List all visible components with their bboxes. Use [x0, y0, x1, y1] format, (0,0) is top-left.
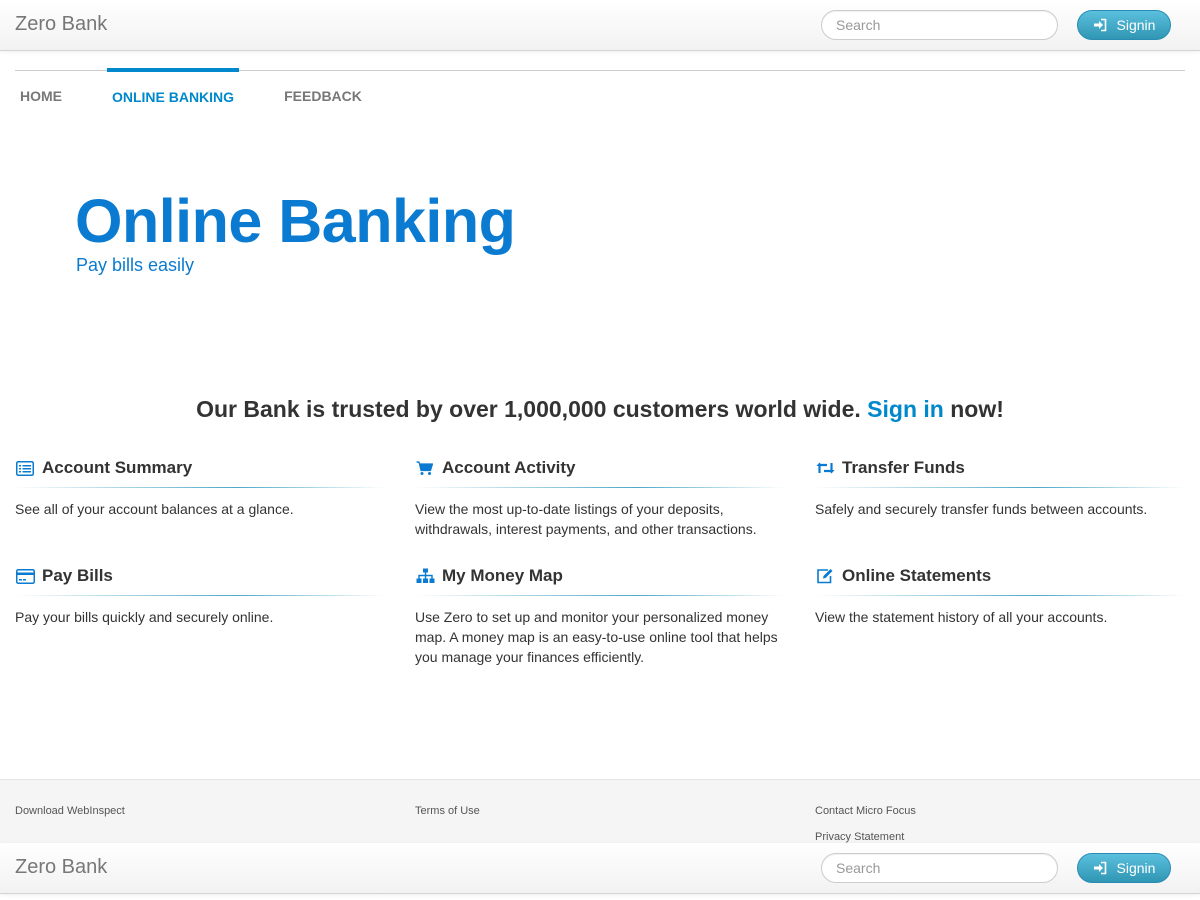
footer-link-privacy[interactable]: Privacy Statement: [815, 831, 904, 843]
tab-home[interactable]: HOME: [15, 70, 67, 110]
trust-suffix: now!: [950, 396, 1004, 422]
feature-title[interactable]: Account Activity: [442, 458, 576, 478]
sign-in-link[interactable]: Sign in: [867, 396, 944, 422]
retweet-icon: [815, 458, 835, 478]
feature-description: See all of your account balances at a gl…: [15, 501, 294, 517]
page-subtitle: Pay bills easily: [76, 255, 195, 275]
signin-label: Signin: [1116, 860, 1156, 876]
feature-account-summary: Account Summary See all of your account …: [15, 457, 385, 519]
search-input[interactable]: [821, 10, 1058, 40]
feature-pay-bills: Pay Bills Pay your bills quickly and sec…: [15, 565, 385, 627]
feature-description: Safely and securely transfer funds betwe…: [815, 501, 1148, 517]
page-title: Online Banking: [75, 187, 516, 255]
feature-my-money-map: My Money Map Use Zero to set up and moni…: [415, 565, 785, 667]
sitemap-icon: [415, 566, 435, 586]
trust-text: Our Bank is trusted by over 1,000,000 cu…: [196, 396, 861, 422]
list-alt-icon: [15, 458, 35, 478]
feature-title[interactable]: Transfer Funds: [842, 458, 965, 478]
footer-link-terms[interactable]: Terms of Use: [415, 805, 480, 817]
signin-button[interactable]: Signin: [1077, 10, 1171, 40]
signin-label: Signin: [1116, 17, 1156, 33]
tab-feedback[interactable]: FEEDBACK: [279, 70, 367, 110]
feature-title[interactable]: My Money Map: [442, 566, 563, 586]
feature-title[interactable]: Online Statements: [842, 566, 991, 586]
feature-description: View the most up-to-date listings of you…: [415, 501, 757, 537]
feature-description: Use Zero to set up and monitor your pers…: [415, 609, 778, 665]
credit-card-icon: [15, 566, 35, 586]
edit-icon: [815, 566, 835, 586]
feature-online-statements: Online Statements View the statement his…: [815, 565, 1185, 627]
feature-description: Pay your bills quickly and securely onli…: [15, 609, 274, 625]
search-input[interactable]: [821, 853, 1058, 883]
top-navbar: Zero Bank Signin: [0, 0, 1200, 51]
feature-account-activity: Account Activity View the most up-to-dat…: [415, 457, 785, 539]
sign-in-icon: [1093, 861, 1107, 875]
footer: Download WebInspect Terms of Use Contact…: [0, 779, 1200, 849]
feature-title[interactable]: Account Summary: [42, 458, 192, 478]
brand-logo[interactable]: Zero Bank: [15, 13, 107, 36]
feature-transfer-funds: Transfer Funds Safely and securely trans…: [815, 457, 1185, 519]
trust-statement: Our Bank is trusted by over 1,000,000 cu…: [0, 396, 1200, 423]
feature-divider: [415, 595, 785, 596]
sign-in-icon: [1093, 18, 1107, 32]
footer-link-contact[interactable]: Contact Micro Focus: [815, 805, 916, 817]
bottom-navbar: Zero Bank Signin: [0, 843, 1200, 894]
feature-description: View the statement history of all your a…: [815, 609, 1108, 625]
brand-logo[interactable]: Zero Bank: [15, 856, 107, 879]
feature-divider: [15, 487, 385, 488]
feature-divider: [415, 487, 785, 488]
footer-link-download-webinspect[interactable]: Download WebInspect: [15, 805, 125, 817]
feature-divider: [815, 487, 1185, 488]
signin-button[interactable]: Signin: [1077, 853, 1171, 883]
tab-online-banking[interactable]: ONLINE BANKING: [107, 68, 239, 108]
feature-title[interactable]: Pay Bills: [42, 566, 113, 586]
shopping-cart-icon: [415, 458, 435, 478]
feature-divider: [15, 595, 385, 596]
feature-divider: [815, 595, 1185, 596]
